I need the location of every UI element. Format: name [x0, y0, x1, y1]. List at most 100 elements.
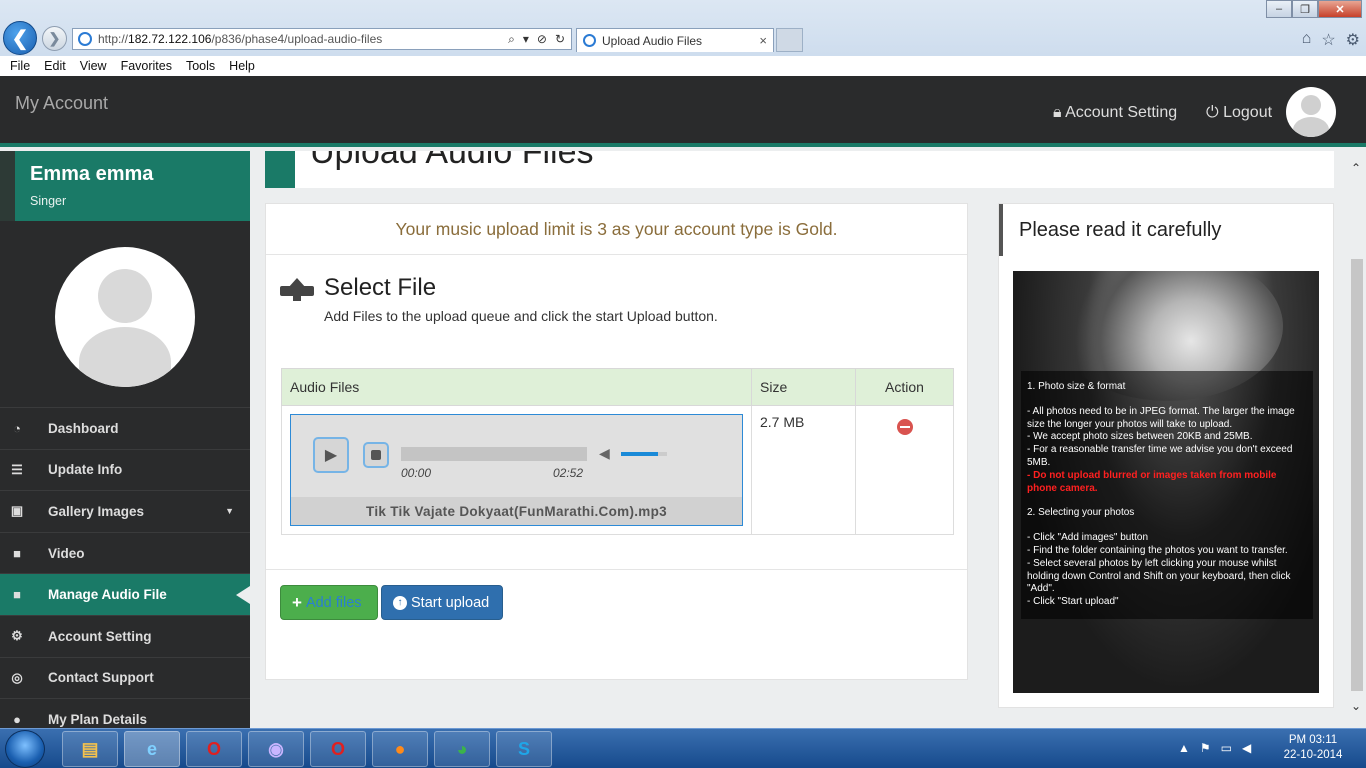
image-icon: ▣	[10, 503, 24, 519]
dropdown-icon[interactable]: ▾	[523, 32, 529, 47]
instruction-line: - Find the folder containing the photos …	[1027, 544, 1288, 556]
scroll-up-icon[interactable]: ⌃	[1351, 161, 1361, 175]
page-title-bar: Upload Audio Files	[265, 151, 1334, 188]
start-button[interactable]	[5, 730, 45, 768]
sidebar-item-label: Gallery Images	[48, 503, 145, 519]
menu-tools[interactable]: Tools	[186, 59, 215, 73]
menu-edit[interactable]: Edit	[44, 59, 66, 73]
scrollbar-thumb[interactable]	[1351, 259, 1363, 691]
page-title: Upload Audio Files	[310, 151, 594, 171]
volume-slider[interactable]	[621, 452, 667, 456]
duration: 02:52	[553, 466, 584, 480]
column-header-action: Action	[855, 368, 954, 406]
instruction-line: - Select several photos by left clicking…	[1027, 557, 1291, 595]
sidebar-item-label: Video	[48, 545, 85, 561]
account-setting-label: Account Setting	[1065, 104, 1178, 121]
sidebar-item-dashboard[interactable]: ◔ Dashboard	[0, 407, 250, 449]
volume-icon[interactable]: ◀	[1242, 741, 1251, 755]
tab-upload-audio-files[interactable]: Upload Audio Files ×	[576, 28, 774, 52]
address-bar[interactable]: http://182.72.122.106/p836/phase4/upload…	[72, 28, 572, 50]
sidebar-item-my-plan-details[interactable]: ● My Plan Details	[0, 698, 250, 728]
instruction-line: 1. Photo size & format	[1027, 381, 1126, 392]
app-taskbar-icon[interactable]: ◉	[248, 731, 304, 767]
refresh-icon[interactable]: ↻	[555, 32, 565, 47]
user-avatar[interactable]	[1286, 87, 1336, 137]
sidebar-item-update-info[interactable]: ☰ Update Info	[0, 448, 250, 491]
lifebuoy-icon: ◎	[11, 669, 23, 685]
logout-link[interactable]: ⏻ Logout	[1206, 104, 1272, 122]
menu-help[interactable]: Help	[229, 59, 255, 73]
stop-button[interactable]	[363, 442, 389, 468]
opera-taskbar-icon[interactable]: O	[186, 731, 242, 767]
volume-speaker-icon[interactable]: ◀	[599, 445, 610, 462]
instructions-text: 1. Photo size & format - All photos need…	[1021, 371, 1313, 619]
clock-date: 22-10-2014	[1283, 749, 1343, 761]
remove-icon[interactable]	[896, 419, 913, 435]
search-icon[interactable]: ⌕	[508, 32, 515, 47]
menu-view[interactable]: View	[80, 59, 107, 73]
maximize-button[interactable]: ❐	[1292, 0, 1318, 18]
instructions-heading: Please read it carefully	[999, 204, 1333, 256]
settings-gear-icon[interactable]: ⚙	[1346, 30, 1360, 50]
audio-player: ▶ 00:00 02:52 ◀ Tik Tik Vajate Dokyaat(F…	[290, 414, 743, 526]
caret-down-icon: ▼	[225, 506, 234, 517]
instruction-line: - For a reasonable transfer time we advi…	[1027, 444, 1293, 468]
action-center-flag-icon[interactable]: ⚑	[1200, 741, 1211, 755]
audio-file-name: Tik Tik Vajate Dokyaat(FunMarathi.Com).m…	[291, 497, 742, 525]
page-scrollbar[interactable]: ⌃ ⌄	[1348, 151, 1366, 728]
sidebar-item-video[interactable]: ■ Video	[0, 531, 250, 574]
account-setting-link[interactable]: 🔒︎ Account Setting	[1053, 104, 1177, 122]
favorites-star-icon[interactable]: ☆	[1321, 30, 1335, 50]
stop-icon[interactable]: ⊘	[537, 32, 547, 47]
upload-panel: Your music upload limit is 3 as your acc…	[265, 203, 968, 680]
internet-explorer-taskbar-icon[interactable]: e	[124, 731, 180, 767]
back-button[interactable]: ❮	[3, 21, 37, 55]
plus-icon: +	[292, 592, 302, 612]
taskbar-clock[interactable]: PM 03:11 22-10-2014	[1278, 733, 1348, 763]
sidebar-item-label: Account Setting	[48, 628, 152, 644]
play-button[interactable]: ▶	[313, 437, 349, 473]
browser-tools: ⌂ ☆ ⚙	[1302, 30, 1360, 50]
menu-bar: File Edit View Favorites Tools Help	[0, 56, 1366, 76]
tab-close-icon[interactable]: ×	[759, 33, 767, 48]
windows-taskbar: ▤ e O ◉ O ● ◕ S ▲ ⚑ ▭ ◀ PM 03:11 22-10-2…	[0, 728, 1366, 768]
system-tray: ▲ ⚑ ▭ ◀	[1178, 741, 1251, 755]
sidebar-item-label: Dashboard	[48, 420, 119, 436]
instruction-line: 2. Selecting your photos	[1027, 507, 1135, 519]
sidebar-item-account-setting[interactable]: ⚙ Account Setting	[0, 614, 250, 657]
close-window-button[interactable]: ✕	[1318, 0, 1362, 18]
chrome-taskbar-icon[interactable]: ◕	[434, 731, 490, 767]
explorer-taskbar-icon[interactable]: ▤	[62, 731, 118, 767]
home-icon[interactable]: ⌂	[1302, 30, 1312, 50]
start-upload-button[interactable]: ↑ Start upload	[381, 585, 503, 620]
menu-file[interactable]: File	[10, 59, 30, 73]
minimize-button[interactable]: –	[1266, 0, 1292, 18]
instruction-warning: - Do not upload blurred or images taken …	[1027, 469, 1277, 494]
upload-icon	[280, 274, 316, 310]
sidebar-item-contact-support[interactable]: ◎ Contact Support	[0, 656, 250, 699]
column-header-size: Size	[751, 368, 856, 406]
new-tab-button[interactable]	[776, 28, 803, 52]
tray-expand-icon[interactable]: ▲	[1178, 741, 1190, 755]
user-icon: ●	[13, 711, 21, 727]
menu-favorites[interactable]: Favorites	[121, 59, 172, 73]
network-icon[interactable]: ▭	[1221, 741, 1232, 755]
lock-icon: 🔒︎	[1053, 104, 1062, 121]
scroll-down-icon[interactable]: ⌄	[1351, 699, 1361, 713]
add-files-label: Add files	[305, 594, 362, 611]
upload-limit-message: Your music upload limit is 3 as your acc…	[266, 204, 967, 255]
upload-circle-icon: ↑	[393, 595, 407, 610]
select-file-header: Select File Add Files to the upload queu…	[280, 274, 718, 324]
audio-cell: ▶ 00:00 02:52 ◀ Tik Tik Vajate Dokyaat(F…	[281, 405, 752, 535]
forward-button[interactable]: ❯	[42, 26, 67, 51]
sidebar-item-manage-audio-file[interactable]: ■ Manage Audio File	[0, 573, 250, 615]
skype-taskbar-icon[interactable]: S	[496, 731, 552, 767]
sidebar: Emma emma Singer ◔ Dashboard ☰ Update Info…	[0, 151, 250, 728]
seek-bar[interactable]	[401, 447, 587, 461]
brand-link[interactable]: My Account	[15, 93, 108, 114]
sidebar-item-gallery-images[interactable]: ▣ Gallery Images ▼	[0, 490, 250, 532]
opera-next-taskbar-icon[interactable]: O	[310, 731, 366, 767]
firefox-taskbar-icon[interactable]: ●	[372, 731, 428, 767]
add-files-button[interactable]: + Add files	[280, 585, 378, 620]
select-file-description: Add Files to the upload queue and click …	[324, 308, 718, 324]
